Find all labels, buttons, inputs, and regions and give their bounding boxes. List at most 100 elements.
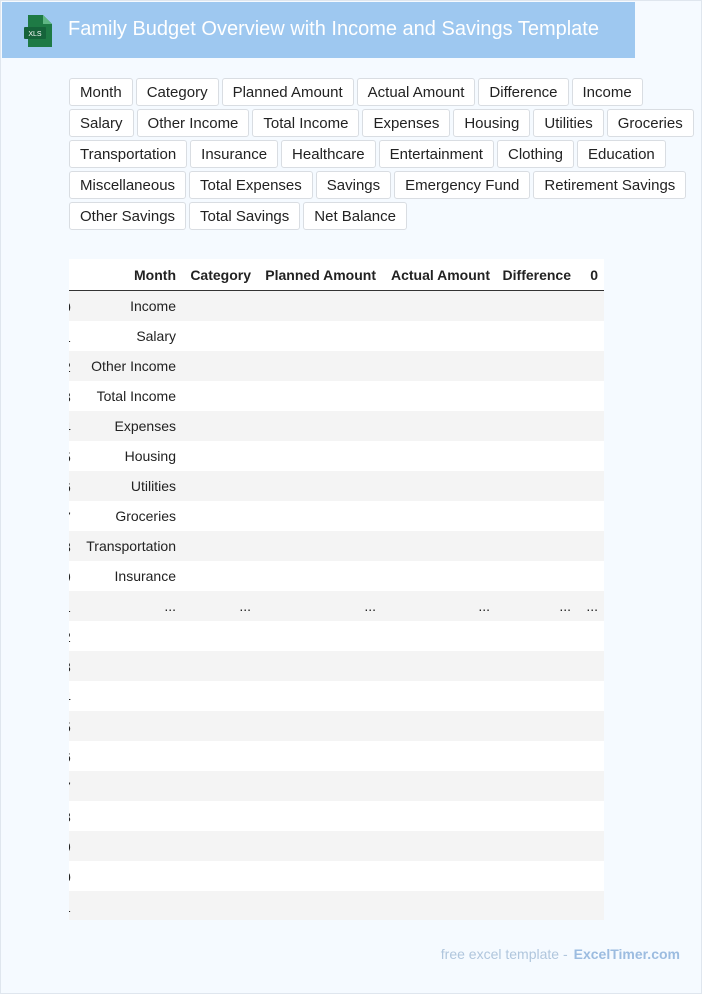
table-cell [496,321,577,351]
table-row: 5 [69,711,604,741]
row-index: 0 [69,299,71,315]
table-cell [382,531,496,561]
row-index-cell: 9 [69,561,83,591]
table-cell [257,711,382,741]
table-cell [496,831,577,861]
table-cell [577,501,604,531]
row-index: 1 [69,899,71,915]
table-cell [382,290,496,321]
table-cell [83,651,182,681]
column-tag: Net Balance [303,202,407,230]
table-cell [496,681,577,711]
table-cell [182,801,257,831]
column-tag: Salary [69,109,134,137]
table-cell [577,471,604,501]
table-cell: ... [182,591,257,621]
table-cell [496,290,577,321]
table-cell [257,771,382,801]
table-row: 9 Insurance [69,561,604,591]
table-cell: ... [83,591,182,621]
table-cell [577,741,604,771]
row-index: 9 [69,839,71,855]
table-cell: ... [577,591,604,621]
column-tag: Total Expenses [189,171,313,199]
table-cell [382,561,496,591]
page-frame: XLS Family Budget Overview with Income a… [0,0,702,994]
table-cell [382,321,496,351]
table-cell [577,441,604,471]
table-cell [577,411,604,441]
table-cell [382,381,496,411]
footer-brand-link[interactable]: ExcelTimer.com [574,946,680,962]
table-cell [257,801,382,831]
table-cell [182,561,257,591]
row-index-cell: 2 [69,351,83,381]
table-cell [577,621,604,651]
table-row: 2 [69,621,604,651]
table-cell [577,531,604,561]
row-index: 3 [69,389,71,405]
table-cell [496,411,577,441]
table-body: 0 Income 1 Salary 2 Other Income 3 Total Income… [69,290,604,920]
table-cell [182,681,257,711]
table-cell [182,471,257,501]
table-cell [182,831,257,861]
table-cell [382,681,496,711]
table-row: 3 Total Income [69,381,604,411]
column-header: Category [182,259,257,291]
data-table-container: Month Category Planned Amount Actual Amount… [69,259,604,920]
table-cell [257,861,382,891]
table-cell [182,711,257,741]
table-cell [496,501,577,531]
row-index-cell: 0 [69,290,83,321]
table-cell [496,741,577,771]
table-cell [577,831,604,861]
table-cell [496,651,577,681]
table-cell [577,381,604,411]
column-tag: Clothing [496,140,575,168]
column-tag: Miscellaneous [69,171,187,199]
table-cell [577,561,604,591]
table-row: 3 [69,651,604,681]
table-cell: Insurance [83,561,182,591]
table-row: 8 Transportation [69,531,604,561]
column-tag: Housing [453,109,531,137]
table-cell [382,501,496,531]
column-tag: Month [69,78,133,106]
xls-icon-label: XLS [28,31,42,38]
row-index-cell: 1 [69,321,83,351]
row-index: 8 [69,809,71,825]
row-index-cell: 7 [69,501,83,531]
table-cell [182,861,257,891]
row-index: 0 [69,869,71,885]
title-banner: XLS Family Budget Overview with Income a… [2,2,635,58]
table-cell [182,891,257,920]
column-tag: Education [577,140,666,168]
table-cell [257,531,382,561]
table-cell [83,681,182,711]
table-row: 9 [69,831,604,861]
table-cell [382,651,496,681]
table-cell [382,441,496,471]
column-tag: Entertainment [378,140,494,168]
table-cell [496,561,577,591]
table-cell [496,801,577,831]
table-cell [496,711,577,741]
table-cell [577,711,604,741]
table-cell [382,891,496,920]
table-cell [577,861,604,891]
table-cell [257,290,382,321]
table-cell [577,290,604,321]
table-cell: Transportation [83,531,182,561]
table-row: 2 Other Income [69,351,604,381]
table-cell: ... [257,591,382,621]
table-cell [182,411,257,441]
row-index: 2 [69,629,71,645]
table-cell [382,711,496,741]
footer-credit: free excel template - ExcelTimer.com [441,946,680,962]
row-index-cell: 4 [69,681,83,711]
table-cell [182,741,257,771]
table-cell [577,681,604,711]
xls-file-icon: XLS [24,15,52,47]
column-header: Difference [496,259,577,291]
